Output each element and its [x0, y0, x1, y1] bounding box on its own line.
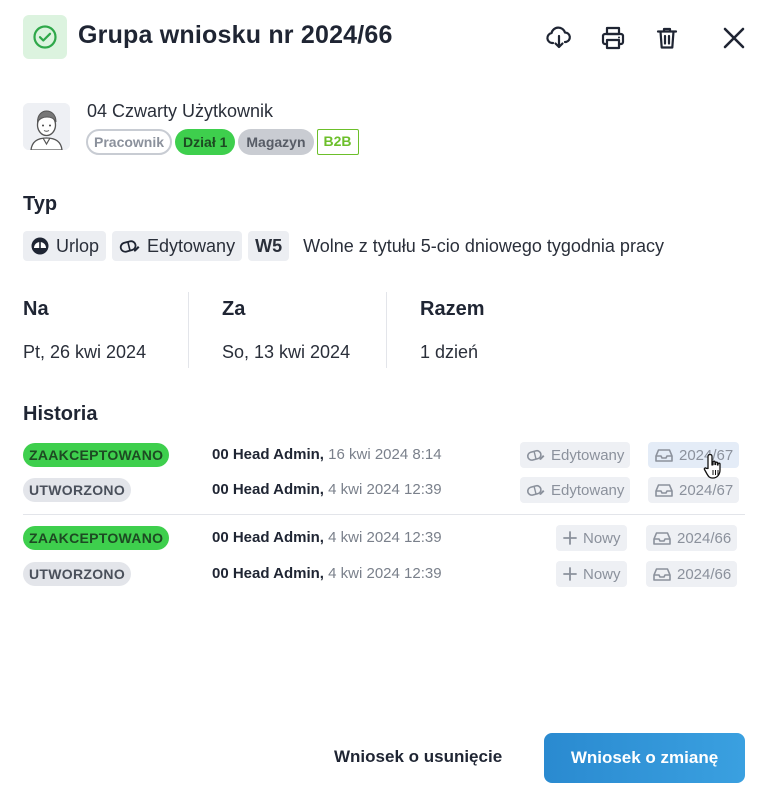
umbrella-beach-icon — [31, 237, 49, 255]
close-icon — [723, 27, 745, 49]
inbox-icon — [655, 484, 673, 497]
history-row: ZAAKCEPTOWANO 00 Head Admin, 4 kwi 2024 … — [23, 525, 745, 551]
change-request-button[interactable]: Wniosek o zmianę — [544, 733, 745, 783]
divider — [188, 292, 189, 368]
history-row: ZAAKCEPTOWANO 00 Head Admin, 16 kwi 2024… — [23, 442, 745, 468]
history-time: 16 kwi 2024 8:14 — [323, 446, 442, 463]
type-row: Urlop Edytowany W5 Wolne z tytułu 5-cio … — [23, 231, 664, 261]
leave-type-chip: Urlop — [23, 231, 107, 261]
history-action-label: Nowy — [583, 529, 621, 547]
inbox-icon — [653, 532, 671, 545]
history-action-pill[interactable]: Edytowany — [520, 442, 631, 468]
inbox-icon — [653, 568, 671, 581]
user-tags: Pracownik Dział 1 Magazyn B2B — [86, 129, 359, 155]
tag-role: Pracownik — [86, 129, 173, 155]
type-description: Wolne z tytułu 5-cio dniowego tygodnia p… — [303, 235, 664, 256]
date-from-value: Pt, 26 kwi 2024 — [23, 342, 147, 362]
history-ref-link[interactable]: 2024/66 — [646, 525, 738, 551]
hand-cursor-icon — [703, 452, 727, 487]
user-block: 04 Czwarty Użytkownik Pracownik Dział 1 … — [23, 100, 523, 156]
tag-department: Dział 1 — [175, 129, 236, 155]
code-chip: W5 — [248, 231, 290, 261]
type-section-title: Typ — [23, 193, 58, 215]
status-badge: ZAAKCEPTOWANO — [23, 443, 170, 467]
avatar — [23, 103, 70, 150]
date-to-value: So, 13 kwi 2024 — [222, 342, 351, 362]
user-name: 04 Czwarty Użytkownik — [87, 101, 274, 121]
history-row: UTWORZONO 00 Head Admin, 4 kwi 2024 12:3… — [23, 477, 745, 503]
actor-name: 00 Head Admin, — [212, 565, 324, 582]
inbox-icon — [655, 449, 673, 462]
history-ref-label: 2024/66 — [677, 565, 732, 583]
history-actor: 00 Head Admin, 4 kwi 2024 12:39 — [212, 529, 442, 546]
code-label: W5 — [255, 235, 283, 256]
history-ref-label: 2024/66 — [677, 529, 732, 547]
actor-name: 00 Head Admin, — [212, 446, 324, 463]
edited-label: Edytowany — [147, 235, 236, 256]
date-total-value: 1 dzień — [420, 342, 479, 362]
dates-block: Na Pt, 26 kwi 2024 Za So, 13 kwi 2024 Ra… — [23, 292, 723, 370]
actor-name: 00 Head Admin, — [212, 481, 324, 498]
history-ref-link[interactable]: 2024/66 — [646, 561, 738, 587]
history-row: UTWORZONO 00 Head Admin, 4 kwi 2024 12:3… — [23, 561, 745, 587]
print-button[interactable] — [596, 21, 630, 55]
edit-pill-icon — [526, 449, 545, 461]
history-action-pill[interactable]: Nowy — [556, 561, 627, 587]
history-section-title: Historia — [23, 403, 98, 425]
plus-icon — [563, 567, 577, 581]
print-icon — [601, 26, 625, 50]
status-badge: ZAAKCEPTOWANO — [23, 526, 170, 550]
history-actor: 00 Head Admin, 4 kwi 2024 12:39 — [212, 565, 442, 582]
history-time: 4 kwi 2024 12:39 — [323, 529, 442, 546]
history-time: 4 kwi 2024 12:39 — [323, 481, 442, 498]
date-to-label: Za — [222, 298, 246, 320]
edit-pill-icon — [526, 484, 545, 496]
dialog-title: Grupa wniosku nr 2024/66 — [78, 21, 393, 49]
leave-type-label: Urlop — [56, 235, 100, 256]
check-circle-icon — [23, 15, 67, 59]
history-action-pill[interactable]: Nowy — [556, 525, 627, 551]
history-action-label: Edytowany — [551, 446, 625, 464]
edited-chip: Edytowany — [112, 231, 243, 261]
divider — [23, 514, 745, 515]
history-action-label: Edytowany — [551, 481, 625, 499]
delete-request-button[interactable]: Wniosek o usunięcie — [334, 747, 502, 767]
history-time: 4 kwi 2024 12:39 — [323, 565, 442, 582]
trash-icon — [656, 27, 678, 49]
history-action-label: Nowy — [583, 565, 621, 583]
history-actor: 00 Head Admin, 16 kwi 2024 8:14 — [212, 446, 442, 463]
tag-location: Magazyn — [238, 129, 314, 155]
status-badge: UTWORZONO — [23, 478, 132, 502]
dialog-header: Grupa wniosku nr 2024/66 — [23, 15, 747, 59]
date-total-label: Razem — [420, 298, 485, 320]
download-cloud-icon — [546, 26, 571, 49]
download-button[interactable] — [542, 21, 576, 55]
divider — [386, 292, 387, 368]
edit-pill-icon — [119, 240, 140, 253]
close-button[interactable] — [717, 21, 751, 55]
history-actor: 00 Head Admin, 4 kwi 2024 12:39 — [212, 481, 442, 498]
history-action-pill[interactable]: Edytowany — [520, 477, 631, 503]
tag-contract: B2B — [316, 129, 359, 155]
delete-button[interactable] — [650, 21, 684, 55]
actor-name: 00 Head Admin, — [212, 529, 324, 546]
plus-icon — [563, 531, 577, 545]
date-from-label: Na — [23, 298, 49, 320]
status-badge: UTWORZONO — [23, 562, 132, 586]
